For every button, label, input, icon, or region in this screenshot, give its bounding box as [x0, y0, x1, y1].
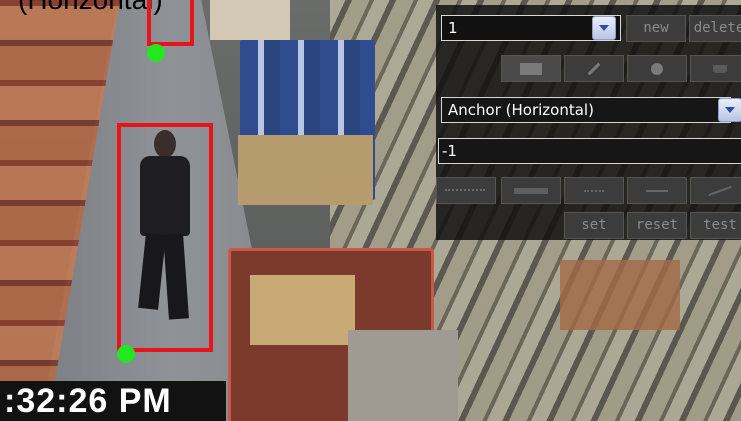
line-style-dotted-button[interactable]: [436, 177, 496, 204]
test-button[interactable]: test: [690, 212, 741, 239]
bounding-box-person[interactable]: [117, 123, 213, 352]
solid-bar-icon: [514, 187, 548, 194]
pencil-tool-button[interactable]: [564, 55, 624, 82]
region-select-dropdown-icon[interactable]: [592, 16, 616, 40]
stacked-cartons: [238, 135, 373, 205]
anchor-type-select-value: Anchor (Horizontal): [448, 101, 594, 119]
set-button[interactable]: set: [564, 212, 624, 239]
anchor-type-select[interactable]: Anchor (Horizontal): [441, 97, 731, 123]
rectangle-tool-icon: [520, 62, 542, 75]
anchor-point-upper[interactable]: [147, 44, 165, 62]
dotted-line-icon: [445, 188, 485, 193]
line-style-solid-button[interactable]: [501, 177, 561, 204]
line-style-arrow-button[interactable]: [627, 177, 687, 204]
anchor-type-dropdown-icon[interactable]: [718, 98, 741, 122]
region-select-value: 1: [448, 19, 458, 37]
annotation-panel: 1 new delete Anchor (Horizontal) -1 set …: [436, 5, 741, 240]
timestamp-text: :32:26 PM: [4, 382, 172, 420]
value-input[interactable]: -1: [438, 138, 741, 164]
dotted-short-icon: [584, 189, 604, 194]
pencil-tool-icon: [587, 62, 601, 75]
background-boxes: [210, 0, 290, 40]
delete-button[interactable]: delete: [689, 15, 741, 42]
trash-tool-button[interactable]: [690, 55, 741, 82]
timestamp-overlay: :32:26 PM: [0, 381, 226, 421]
pallet: [560, 260, 680, 330]
line-style-dotted-short-button[interactable]: [564, 177, 624, 204]
new-button[interactable]: new: [626, 15, 686, 42]
reset-button[interactable]: reset: [627, 212, 687, 239]
line-style-slope-button[interactable]: [690, 177, 741, 204]
point-tool-button[interactable]: [627, 55, 687, 82]
point-tool-icon: [651, 62, 663, 75]
rectangle-tool-button[interactable]: [501, 55, 561, 82]
cart-box-2: [348, 330, 458, 421]
trash-tool-icon: [713, 64, 727, 73]
cart-box: [250, 275, 355, 345]
anchor-point-person[interactable]: [117, 345, 135, 363]
value-input-text: -1: [442, 142, 457, 160]
arrow-line-icon: [646, 189, 668, 192]
overlay-label: (Horizontal): [18, 0, 163, 16]
slope-line-icon: [708, 185, 732, 196]
bounding-box-upper[interactable]: [147, 0, 194, 46]
